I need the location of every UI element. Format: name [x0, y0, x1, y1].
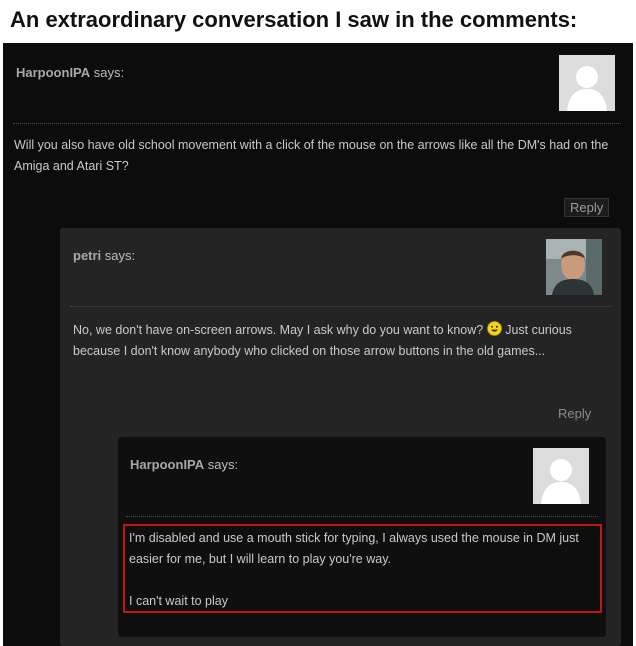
comment-harpoonipa-2: HarpoonIPA says: I'm disabled and use a …	[118, 437, 606, 637]
comment-text: Will you also have old school movement w…	[14, 138, 609, 173]
reply-button[interactable]: Reply	[564, 198, 610, 217]
default-avatar-icon	[533, 448, 589, 504]
comment-author-name[interactable]: petri	[73, 248, 101, 263]
reply-button[interactable]: Reply	[558, 406, 591, 421]
comment-text: I can't wait to play	[129, 594, 228, 608]
smiley-icon	[486, 321, 502, 336]
comment-divider	[13, 123, 621, 124]
comment-says-label: says:	[93, 65, 125, 80]
comment-says-label: says:	[207, 457, 239, 472]
headline-banner: An extraordinary conversation I saw in t…	[0, 0, 636, 42]
comment-divider	[126, 516, 598, 517]
headline-title: An extraordinary conversation I saw in t…	[10, 7, 578, 32]
comment-author-line: HarpoonIPA says:	[16, 65, 124, 80]
comment-says-label: says:	[104, 248, 136, 263]
comments-board: HarpoonIPA says: Will you also have old …	[3, 43, 633, 646]
comment-harpoonipa-1: HarpoonIPA says: Will you also have old …	[3, 43, 633, 646]
comment-text: No, we don't have on-screen arrows. May …	[73, 320, 608, 362]
comment-author-line: petri says:	[73, 248, 135, 263]
comment-author-name[interactable]: HarpoonIPA	[130, 457, 204, 472]
comment-body: Will you also have old school movement w…	[14, 135, 614, 177]
comment-text: I'm disabled and use a mouth stick for t…	[129, 531, 579, 566]
default-avatar-icon	[559, 55, 615, 111]
comment-author-line: HarpoonIPA says:	[130, 457, 238, 472]
comment-text-part: No, we don't have on-screen arrows. May …	[73, 323, 484, 337]
comment-divider	[70, 306, 612, 307]
photo-avatar-icon	[546, 239, 602, 295]
comment-body: I'm disabled and use a mouth stick for t…	[129, 528, 599, 612]
comment-petri: petri says: No, we don't have on-screen …	[60, 228, 621, 646]
comment-body: No, we don't have on-screen arrows. May …	[73, 320, 608, 362]
comment-author-name[interactable]: HarpoonIPA	[16, 65, 90, 80]
